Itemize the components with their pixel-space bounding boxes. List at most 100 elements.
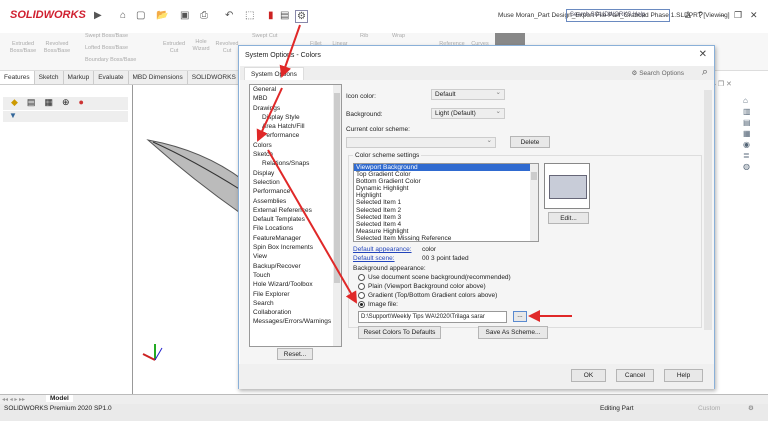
ribbon-extruded-boss[interactable]: Extruded Boss/Base [8,41,38,55]
display-manager-icon[interactable]: ● [79,97,84,110]
tab-mbd-dimensions[interactable]: MBD Dimensions [129,71,188,84]
radio-circle[interactable] [358,283,365,290]
color-scheme-select[interactable] [346,136,496,148]
nav-item[interactable]: Messages/Errors/Warnings [250,317,341,326]
save-icon[interactable]: ▣ [180,10,189,21]
nav-item[interactable]: Display Style [250,113,341,122]
cancel-button[interactable]: Cancel [616,369,654,382]
scheme-item[interactable]: Selected Item 2 [354,207,538,214]
options-gear-icon[interactable]: ⚙ [295,10,308,23]
ribbon-lofted-boss[interactable]: Lofted Boss/Base [85,45,128,52]
nav-item[interactable]: File Explorer [250,290,341,299]
design-library-icon[interactable]: ▥ [743,107,757,116]
tab-model[interactable]: Model [46,395,73,402]
status-settings-icon[interactable]: ⚙ [748,404,754,412]
solidworks-forum-icon[interactable]: ◍ [743,162,757,171]
nav-scrollbar[interactable] [333,85,341,346]
open-icon[interactable]: 📂 [156,10,168,21]
tab-sketch[interactable]: Sketch [35,71,64,84]
tab-scroll-arrows[interactable]: ◂◂ ◂ ▸ ▸▸ [2,396,25,403]
nav-item[interactable]: Performance [250,187,341,196]
new-icon[interactable]: ▢ [136,10,145,21]
nav-item[interactable]: Relations/Snaps [250,159,341,168]
scheme-item[interactable]: Bottom Gradient Color [354,178,538,185]
scheme-item[interactable]: Measure Highlight [354,228,538,235]
nav-item[interactable]: Selection [250,178,341,187]
feature-tree-icon[interactable]: ◆ [11,97,18,110]
file-properties-icon[interactable]: ▤ [280,10,289,21]
background-select[interactable]: Light (Default) [431,107,505,119]
scheme-scrollbar[interactable] [530,164,538,241]
search-icon[interactable]: ⌕ [702,66,708,79]
icon-color-select[interactable]: Default [431,88,505,100]
color-scheme-list[interactable]: Viewport Background Top Gradient Color Bot… [353,163,539,242]
tab-evaluate[interactable]: Evaluate [94,71,129,84]
restore-icon[interactable]: ❐ [734,10,742,21]
nav-item[interactable]: Area Hatch/Fill [250,122,341,131]
undo-icon[interactable]: ↶ [225,10,233,21]
scheme-item[interactable]: Selected Item Missing Reference [354,235,538,241]
ribbon-revolved-boss[interactable]: Revolved Boss/Base [42,41,72,55]
nav-item[interactable]: Display [250,169,341,178]
reset-colors-button[interactable]: Reset Colors To Defaults [358,326,441,339]
file-explorer-icon[interactable]: ▤ [743,118,757,127]
scheme-item[interactable]: Selected Item 1 [354,199,538,206]
background-radio-1[interactable]: Plain (Viewport Background color above) [358,283,486,290]
appearances-icon[interactable]: ◉ [743,140,757,149]
default-appearance-link[interactable]: Default appearance: [353,246,412,253]
nav-item[interactable]: Search [250,299,341,308]
tab-solidworks-addins[interactable]: SOLIDWORKS [188,71,241,84]
background-radio-0[interactable]: Use document scene background(recommende… [358,274,511,281]
nav-item[interactable]: File Locations [250,224,341,233]
nav-item[interactable]: Hole Wizard/Toolbox [250,280,341,289]
nav-item[interactable]: Spin Box Increments [250,243,341,252]
nav-item[interactable]: General [250,85,341,94]
tab-markup[interactable]: Markup [64,71,95,84]
search-options-input[interactable]: ⚙ Search Options [632,69,684,77]
scheme-item[interactable]: Viewport Background [354,164,538,172]
ribbon-rib[interactable]: Rib [360,33,368,40]
help-search-input[interactable]: Search SOLIDWORKS Help [566,9,670,22]
default-scene-link[interactable]: Default scene: [353,255,395,262]
property-manager-icon[interactable]: ▤ [27,97,36,110]
tab-features[interactable]: Features [0,71,35,84]
delete-button[interactable]: Delete [510,136,550,148]
radio-circle[interactable] [358,292,365,299]
browse-button[interactable]: ... [513,311,527,322]
view-palette-icon[interactable]: ▦ [743,129,757,138]
nav-item[interactable]: Sketch [250,150,341,159]
reset-button[interactable]: Reset... [277,348,313,360]
dimxpert-icon[interactable]: ⊕ [62,97,70,110]
home-icon[interactable]: ⌂ [120,10,126,21]
nav-item[interactable]: Colors [250,141,341,150]
edit-color-button[interactable]: Edit... [548,212,589,224]
scheme-item[interactable]: Highlight [354,192,538,199]
ribbon-revolved-cut[interactable]: Revolved Cut [215,41,239,55]
scheme-item[interactable]: Selected Item 4 [354,221,538,228]
nav-item[interactable]: External References [250,206,341,215]
dialog-close-icon[interactable]: ✕ [699,49,707,60]
content-scrollbar[interactable] [704,90,712,330]
user-icon[interactable]: ♙ [684,10,692,21]
resources-icon[interactable]: ⌂ [743,96,757,105]
background-radio-3[interactable]: Image file: [358,301,398,308]
configuration-manager-icon[interactable]: ▦ [44,97,53,110]
close-icon[interactable]: ✕ [750,10,758,21]
ribbon-wrap[interactable]: Wrap [392,33,405,40]
save-as-scheme-button[interactable]: Save As Scheme... [478,326,548,339]
minimize-icon[interactable]: – [720,10,725,20]
background-radio-2[interactable]: Gradient (Top/Bottom Gradient colors abo… [358,292,497,299]
help-button[interactable]: Help [664,369,703,382]
ribbon-boundary-boss[interactable]: Boundary Boss/Base [85,57,136,64]
ribbon-swept-boss[interactable]: Swept Boss/Base [85,33,128,40]
help-icon[interactable]: ? [698,10,703,20]
nav-item[interactable]: Backup/Recover [250,262,341,271]
rebuild-icon[interactable]: ▮ [268,10,274,21]
scheme-item[interactable]: Dynamic Highlight [354,185,538,192]
nav-item[interactable]: Performance [250,131,341,140]
nav-item[interactable]: Drawings [250,104,341,113]
units-select[interactable]: Custom [698,405,720,412]
options-nav-list[interactable]: General MBD Drawings Display Style Area Hatc… [249,84,342,347]
select-icon[interactable]: ⬚ [245,10,254,21]
scheme-item[interactable]: Top Gradient Color [354,171,538,178]
